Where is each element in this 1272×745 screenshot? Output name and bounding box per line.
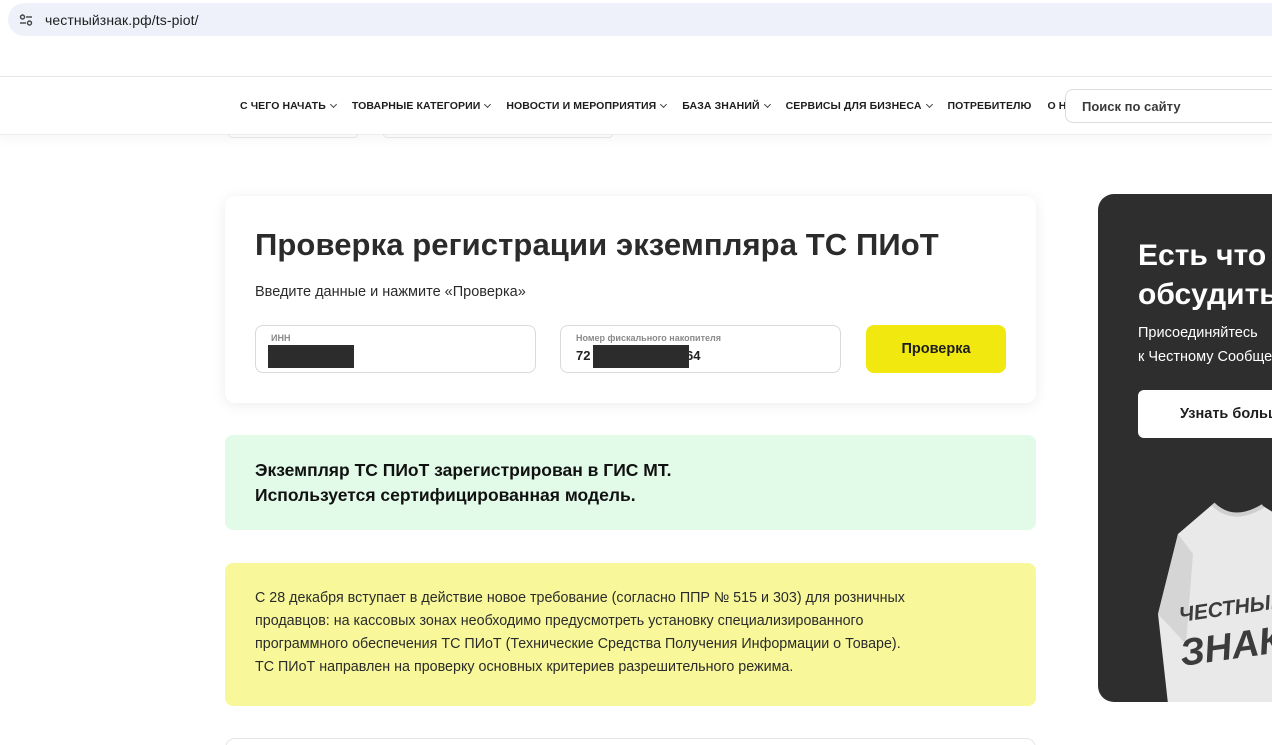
promo-text: Присоединяйтесь [1138, 325, 1258, 341]
nav-item[interactable]: СЕРВИСЫ ДЛЯ БИЗНЕСА [785, 99, 933, 112]
url-text[interactable]: честныйзнак.рф/ts-piot/ [45, 12, 199, 28]
nav-item-label: С ЧЕГО НАЧАТЬ [240, 99, 326, 112]
browser-address-bar[interactable]: честныйзнак.рф/ts-piot/ [8, 3, 1272, 36]
check-result-success: Экземпляр ТС ПИоТ зарегистрирован в ГИС … [225, 435, 1036, 530]
check-form-card: Проверка регистрации экземпляра ТС ПИоТ … [225, 196, 1036, 403]
chevron-down-icon [925, 100, 933, 108]
fiscal-drive-value-prefix: 72 [576, 348, 591, 363]
nav-item[interactable]: С ЧЕГО НАЧАТЬ [240, 99, 337, 112]
notice-line: ТС ПИоТ направлен на проверку основных к… [255, 659, 794, 675]
redacted-fiscal-drive-value [593, 345, 689, 368]
page-title: Проверка регистрации экземпляра ТС ПИоТ [255, 227, 939, 262]
check-button[interactable]: Проверка [866, 325, 1006, 373]
nav-item-label: ПОТРЕБИТЕЛЮ [947, 99, 1032, 112]
search-input[interactable] [1082, 98, 1272, 114]
promo-title-line: обсудить? [1138, 278, 1272, 311]
notice-line: С 28 декабря вступает в действие новое т… [255, 590, 905, 606]
chevron-down-icon [763, 100, 771, 108]
nav-item[interactable]: ПОТРЕБИТЕЛЮ [948, 100, 1032, 112]
nav-item[interactable]: НОВОСТИ И МЕРОПРИЯТИЯ [506, 99, 668, 112]
header-dropdown-shadow [383, 134, 613, 138]
promo-title-line: Есть что [1138, 239, 1267, 272]
fiscal-drive-number-field[interactable]: Номер фискального накопителя 72 64 [560, 325, 841, 373]
site-settings-icon[interactable] [16, 10, 36, 30]
next-section-card [225, 738, 1036, 745]
branded-tshirt-image: ЧЕСТНЫЙ ЗНАК [1158, 502, 1272, 702]
chevron-down-icon [484, 100, 492, 108]
result-line: Экземпляр ТС ПИоТ зарегистрирован в ГИС … [255, 460, 672, 480]
promo-text: к Честному Сообществу [1138, 349, 1272, 365]
main-nav: С ЧЕГО НАЧАТЬ ТОВАРНЫЕ КАТЕГОРИИ НОВОСТИ И… [240, 77, 1108, 134]
nav-item-label: СЕРВИСЫ ДЛЯ БИЗНЕСА [785, 99, 922, 112]
site-search[interactable] [1065, 89, 1272, 123]
redacted-inn-value [268, 345, 354, 368]
notice-line: программного обеспечения ТС ПИоТ (Технич… [255, 636, 901, 652]
form-instructions: Введите данные и нажмите «Проверка» [255, 284, 526, 300]
learn-more-button[interactable]: Узнать больше [1138, 390, 1272, 438]
chevron-down-icon [660, 100, 668, 108]
fiscal-drive-field-label: Номер фискального накопителя [576, 333, 721, 343]
inn-field-label: ИНН [271, 333, 291, 343]
header-dropdown-shadow [228, 134, 358, 138]
nav-item-label: ТОВАРНЫЕ КАТЕГОРИИ [351, 99, 481, 112]
nav-item[interactable]: БАЗА ЗНАНИЙ [682, 99, 771, 112]
notice-line: продавцов: на кассовых зонах необходимо … [255, 613, 864, 629]
info-notice: С 28 декабря вступает в действие новое т… [225, 563, 1036, 706]
result-line: Используется сертифицированная модель. [255, 485, 636, 505]
community-promo: Есть что обсудить? Присоединяйтесь к Чес… [1098, 194, 1272, 702]
nav-item-label: БАЗА ЗНАНИЙ [682, 99, 760, 112]
site-header: С ЧЕГО НАЧАТЬ ТОВАРНЫЕ КАТЕГОРИИ НОВОСТИ И… [0, 76, 1272, 135]
chevron-down-icon [329, 100, 337, 108]
nav-item[interactable]: ТОВАРНЫЕ КАТЕГОРИИ [351, 99, 492, 112]
promo-title: Есть что обсудить? [1138, 236, 1272, 314]
inn-field[interactable]: ИНН [255, 325, 536, 373]
nav-item-label: НОВОСТИ И МЕРОПРИЯТИЯ [506, 99, 657, 112]
